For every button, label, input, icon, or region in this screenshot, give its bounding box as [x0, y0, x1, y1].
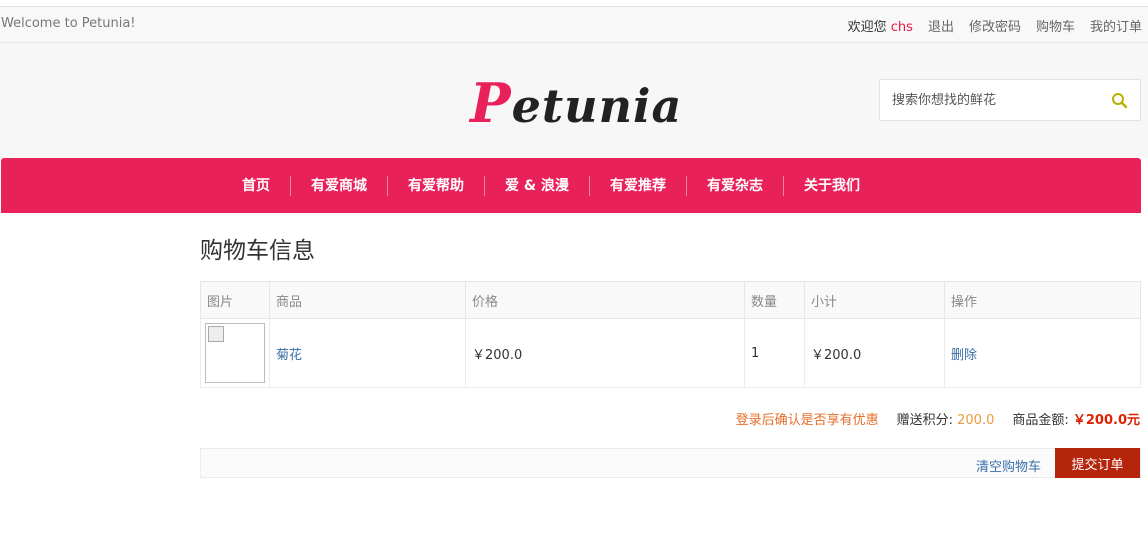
nav-item-shop[interactable]: 有爱商城 — [291, 175, 388, 196]
price-cell: ￥200.0 — [465, 318, 745, 388]
subtotal-cell: ￥200.0 — [804, 318, 945, 388]
cart-summary: 登录后确认是否享有优惠 赠送积分: 200.0 商品金额: ￥200.0元 — [736, 409, 1140, 428]
table-row: 菊花 ￥200.0 1 ￥200.0 删除 — [200, 318, 1141, 388]
total-amount: ￥200.0元 — [1072, 413, 1140, 428]
broken-image-icon — [208, 326, 224, 342]
search-icon[interactable] — [1110, 91, 1130, 111]
nav-item-home[interactable]: 首页 — [222, 175, 291, 196]
quantity-cell: 1 — [744, 318, 805, 388]
points-value: 200.0 — [957, 413, 995, 428]
submit-order-button[interactable]: 提交订单 — [1055, 448, 1140, 478]
column-header-action: 操作 — [944, 281, 1141, 319]
cart-actions: 清空购物车 提交订单 — [200, 448, 1141, 478]
page: Welcome to Petunia! 欢迎您 chs 退出 修改密码 购物车 … — [0, 0, 1148, 538]
product-image-cell — [200, 318, 270, 388]
site-logo[interactable]: Petunia — [470, 71, 682, 135]
my-orders-link[interactable]: 我的订单 — [1090, 16, 1142, 35]
nav-item-about[interactable]: 关于我们 — [784, 176, 880, 196]
amount-summary: 商品金额: ￥200.0元 — [1012, 413, 1140, 428]
header: Petunia — [0, 43, 1148, 158]
logout-link[interactable]: 退出 — [928, 16, 954, 35]
delete-link[interactable]: 删除 — [951, 348, 977, 363]
username[interactable]: chs — [891, 20, 913, 35]
nav-item-recommend[interactable]: 有爱推荐 — [590, 175, 687, 196]
column-header-product: 商品 — [269, 281, 466, 319]
greeting-text: 欢迎您 chs — [847, 20, 913, 35]
top-bar: Welcome to Petunia! 欢迎您 chs 退出 修改密码 购物车 … — [0, 6, 1148, 43]
main-nav: 首页 有爱商城 有爱帮助 爱 & 浪漫 有爱推荐 有爱杂志 关于我们 — [1, 158, 1141, 213]
product-image[interactable] — [205, 323, 265, 383]
nav-item-romance[interactable]: 爱 & 浪漫 — [485, 175, 590, 196]
search-input[interactable] — [880, 80, 1100, 120]
column-header-image: 图片 — [200, 281, 270, 319]
clear-cart-link[interactable]: 清空购物车 — [976, 456, 1041, 475]
cart-link[interactable]: 购物车 — [1036, 16, 1075, 35]
change-password-link[interactable]: 修改密码 — [969, 16, 1021, 35]
table-header-row: 图片 商品 价格 数量 小计 操作 — [200, 281, 1141, 319]
column-header-quantity: 数量 — [744, 281, 805, 319]
search-box — [879, 79, 1141, 121]
page-title: 购物车信息 — [200, 238, 315, 264]
nav-item-help[interactable]: 有爱帮助 — [388, 175, 485, 196]
column-header-subtotal: 小计 — [804, 281, 945, 319]
login-discount-note[interactable]: 登录后确认是否享有优惠 — [736, 409, 879, 428]
cart-table: 图片 商品 价格 数量 小计 操作 菊花 ￥200.0 1 ￥200.0 删除 — [200, 281, 1141, 388]
nav-item-magazine[interactable]: 有爱杂志 — [687, 175, 784, 196]
column-header-price: 价格 — [465, 281, 745, 319]
welcome-text: Welcome to Petunia! — [1, 16, 136, 31]
product-name-link[interactable]: 菊花 — [276, 348, 302, 363]
points-summary: 赠送积分: 200.0 — [896, 413, 995, 428]
top-links: 欢迎您 chs 退出 修改密码 购物车 我的订单 — [848, 16, 1142, 35]
